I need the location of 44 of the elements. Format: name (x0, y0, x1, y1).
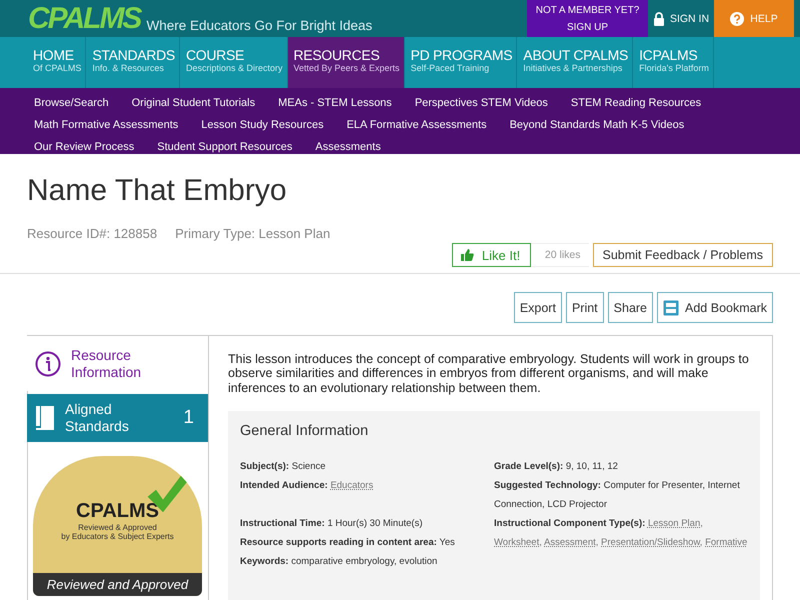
nav-tab[interactable]: RESOURCES Vetted By Peers & Experts (288, 37, 405, 88)
page-title: Name That Embryo (27, 174, 288, 208)
action-button[interactable]: Share (608, 292, 654, 323)
action-button[interactable]: Export (514, 292, 562, 323)
info-icon (35, 350, 61, 376)
bookmark-icon (663, 300, 680, 316)
subnav-link[interactable]: Perspectives STEM Videos (414, 97, 548, 109)
subnav-link[interactable]: Assessments (315, 141, 381, 153)
book-icon (35, 405, 55, 431)
question-icon (730, 12, 744, 26)
approval-badge: CPALMS Reviewed & Approved by Educators & Subject Experts Reviewed and Approved (33, 456, 202, 596)
primary-type: Primary Type: Lesson Plan (175, 226, 330, 243)
thumbs-up-icon (460, 249, 474, 261)
info-field: Suggested Technology: Computer for Presenter, Internet Connection, LCD Projector (494, 476, 748, 514)
info-field: Grade Level(s): 9, 10, 11, 12 (494, 457, 748, 476)
side-tab[interactable]: Aligned Standards 1 (27, 394, 208, 442)
section-heading: General Information (240, 423, 370, 440)
feedback-button[interactable]: Submit Feedback / Problems (592, 243, 773, 267)
sign-up-button[interactable]: NOT A MEMBER YET? SIGN UP (527, 0, 648, 37)
subnav-link[interactable]: Math Formative Assessments (34, 119, 178, 131)
action-button[interactable]: Add Bookmark (657, 292, 773, 323)
info-field: Resource supports reading in content area: Yes (240, 533, 494, 552)
subnav-link[interactable]: STEM Reading Resources (570, 97, 702, 109)
subnav-link[interactable]: Original Student Tutorials (132, 97, 256, 109)
like-button[interactable]: Like It! (452, 243, 531, 267)
subnav-link[interactable]: MEAs - STEM Lessons (278, 97, 392, 109)
subnav-link[interactable]: Beyond Standards Math K-5 Videos (510, 119, 684, 131)
info-field: Keywords: comparative embryology, evolution (240, 552, 494, 572)
subnav-link[interactable]: ELA Formative Assessments (346, 119, 487, 131)
resource-id: Resource ID#: 128858 (27, 226, 158, 243)
info-field: Instructional Time: 1 Hour(s) 30 Minute(s) (240, 514, 494, 534)
lesson-description: This lesson introduces the concept of comparative embryology. Students will work in groups to observe similarities and differences in embryos from different organisms, and will make inferences to an evolutionary relationship between them. (228, 352, 750, 396)
lock-icon (652, 12, 665, 26)
site-tagline: Where Educators Go For Bright Ideas (146, 18, 372, 33)
subnav-link[interactable]: Our Review Process (34, 141, 134, 153)
subnav-link[interactable]: Browse/Search (34, 97, 109, 109)
info-field: Subject(s): Science (240, 457, 494, 476)
subnav-link[interactable]: Lesson Study Resources (201, 119, 324, 131)
action-button[interactable]: Print (566, 292, 604, 323)
likes-count: 20 likes (530, 243, 588, 267)
info-field: Instructional Component Type(s): Lesson Plan, Worksheet, Assessment, Presentation/Slideshow, Formative (494, 514, 748, 552)
subnav-link[interactable]: Student Support Resources (157, 141, 292, 153)
info-field: Intended Audience: Educators (240, 476, 494, 496)
sign-in-link[interactable]: SIGN IN (648, 0, 714, 37)
